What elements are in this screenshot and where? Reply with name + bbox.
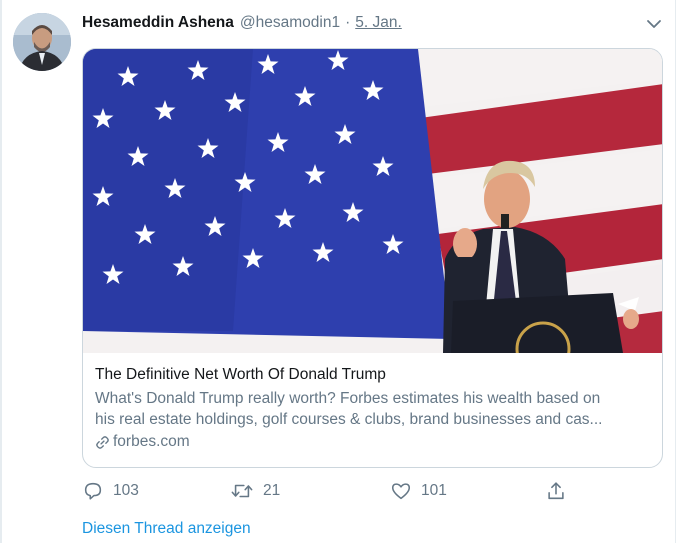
retweet-count: 21 [263,482,281,499]
card-text: The Definitive Net Worth Of Donald Trump… [95,365,652,452]
link-preview-card[interactable]: The Definitive Net Worth Of Donald Trump… [82,48,663,468]
tweet-actions: 103 21 101 [82,480,582,504]
share-button[interactable] [545,480,576,502]
avatar[interactable] [13,13,71,71]
link-icon [96,435,109,449]
display-name[interactable]: Hesameddin Ashena [82,14,234,32]
reply-count: 103 [113,482,139,499]
reply-icon [84,482,102,500]
retweet-icon [231,484,253,498]
timeline-border-right [675,0,676,543]
tweet-header: Hesameddin Ashena @hesamodin1 · 5. Jan. [82,14,402,36]
card-description-line-1: What's Donald Trump really worth? Forbes… [95,390,601,407]
card-title[interactable]: The Definitive Net Worth Of Donald Trump [95,365,652,385]
timeline-border-left [0,0,2,543]
reply-button[interactable]: 103 [82,480,139,502]
share-icon [548,482,564,500]
like-button[interactable]: 101 [390,480,447,502]
separator-dot: · [345,14,351,31]
card-domain-text: forbes.com [113,433,190,450]
chevron-down-icon[interactable] [644,14,664,34]
card-description-line-2: his real estate holdings, golf courses &… [95,411,603,428]
card-domain[interactable]: forbes.com [95,432,652,452]
tweet[interactable]: Hesameddin Ashena @hesamodin1 · 5. Jan. [0,0,680,543]
heart-icon [391,483,411,500]
card-image[interactable] [83,49,662,377]
retweet-button[interactable]: 21 [230,480,280,502]
avatar-image [13,13,71,71]
tweet-date-link[interactable]: 5. Jan. [355,14,402,32]
flag-photo [83,49,662,377]
card-description: What's Donald Trump really worth? Forbes… [95,388,652,430]
show-thread-link[interactable]: Diesen Thread anzeigen [82,520,251,538]
user-handle[interactable]: @hesamodin1 [240,14,340,32]
like-count: 101 [421,482,447,499]
